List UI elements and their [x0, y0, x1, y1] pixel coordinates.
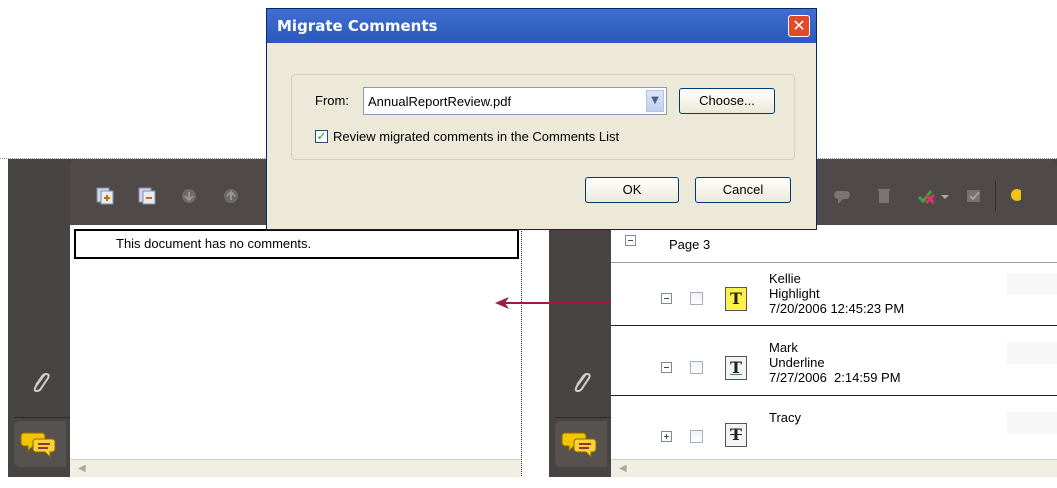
dialog-title: Migrate Comments — [267, 9, 816, 43]
review-comments-checkbox[interactable]: ✓ — [315, 130, 328, 143]
rail-separator — [14, 417, 70, 418]
reply-icon[interactable] — [833, 187, 851, 205]
comment-checkbox[interactable] — [690, 361, 703, 374]
close-icon[interactable]: ✕ — [788, 15, 810, 37]
delete-icon[interactable] — [875, 187, 893, 205]
horizontal-scrollbar[interactable]: ◀ — [70, 459, 521, 477]
collapse-page-icon[interactable] — [625, 235, 636, 246]
comments-icon — [561, 432, 597, 459]
collapse-comment-icon[interactable] — [661, 293, 672, 304]
strikethrough-text-icon: T — [725, 423, 747, 447]
empty-message: This document has no comments. — [74, 229, 519, 259]
comment-checkbox[interactable] — [690, 292, 703, 305]
previous-comment-icon[interactable] — [222, 187, 240, 205]
comment-separator — [611, 395, 1057, 396]
expand-comment-icon[interactable] — [661, 431, 672, 442]
review-comments-label: Review migrated comments in the Comments… — [333, 129, 620, 144]
comment-text-field[interactable] — [1007, 273, 1057, 295]
attachment-icon[interactable] — [569, 369, 595, 395]
page-group-row[interactable]: Page 3 — [611, 225, 1057, 263]
comments-icon — [20, 432, 56, 459]
next-comment-icon[interactable] — [180, 187, 198, 205]
navigation-rail — [8, 159, 70, 477]
comment-date: 7/27/2006 2:14:59 PM — [769, 370, 901, 385]
checkmark-icon[interactable] — [965, 187, 983, 205]
page-label: Page 3 — [669, 237, 711, 252]
left-comments-list: This document has no comments. — [70, 225, 521, 459]
comment-date: 7/20/2006 12:45:23 PM — [769, 301, 905, 316]
source-file-value: AnnualReportReview.pdf — [368, 94, 512, 109]
highlight-text-icon: T — [725, 287, 747, 311]
expand-all-icon[interactable] — [96, 187, 114, 205]
set-status-icon[interactable] — [917, 187, 951, 205]
scroll-left-arrow-icon[interactable]: ◀ — [619, 463, 629, 475]
underline-text-icon: T — [725, 356, 747, 380]
comment-type: Highlight — [769, 286, 820, 301]
comment-text-field[interactable] — [1007, 412, 1057, 434]
comment-author: Tracy — [769, 410, 802, 425]
dropdown-arrow-icon[interactable]: ▼ — [646, 90, 664, 112]
right-comments-list: Page 3 T Kellie Highlight 7/20/2006 12:4… — [611, 225, 1057, 459]
options-icon[interactable] — [1009, 187, 1023, 205]
migration-arrow-icon — [495, 297, 611, 309]
comments-tab[interactable] — [555, 421, 607, 467]
from-label: From: — [315, 93, 349, 108]
horizontal-scrollbar[interactable]: ◀ — [611, 459, 1057, 477]
collapse-comment-icon[interactable] — [661, 362, 672, 373]
comment-checkbox[interactable] — [690, 430, 703, 443]
rail-separator — [555, 417, 611, 418]
ok-button[interactable]: OK — [585, 177, 679, 203]
choose-button[interactable]: Choose... — [679, 88, 775, 114]
migrate-comments-dialog: Migrate Comments ✕ From: AnnualReportRev… — [266, 8, 817, 230]
comment-author: Mark — [769, 340, 798, 355]
comment-text-field[interactable] — [1007, 342, 1057, 364]
toolbar-separator — [995, 181, 996, 211]
cancel-button[interactable]: Cancel — [695, 177, 791, 203]
comment-type: Underline — [769, 355, 825, 370]
comments-tab[interactable] — [14, 421, 66, 467]
comment-separator — [611, 325, 1057, 326]
collapse-all-icon[interactable] — [138, 187, 156, 205]
scroll-left-arrow-icon[interactable]: ◀ — [78, 463, 88, 475]
attachment-icon[interactable] — [28, 369, 54, 395]
comment-author: Kellie — [769, 271, 801, 286]
source-file-select[interactable]: AnnualReportReview.pdf ▼ — [363, 87, 667, 115]
